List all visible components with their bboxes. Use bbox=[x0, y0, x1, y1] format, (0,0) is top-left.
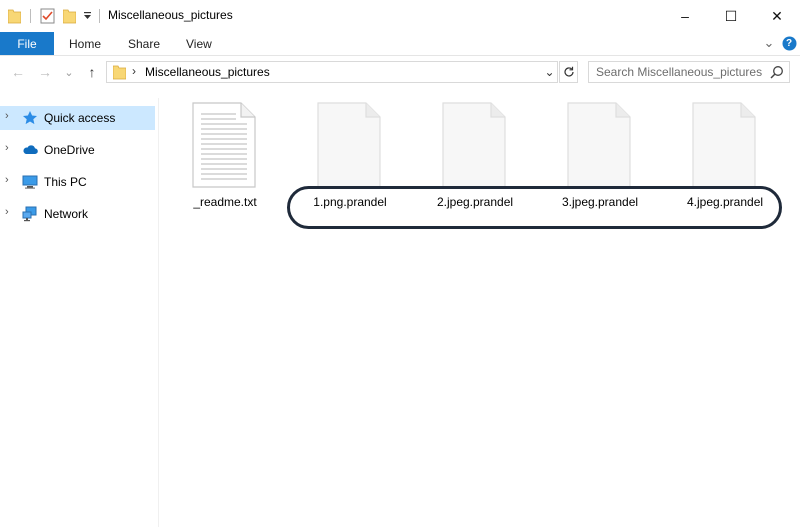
address-bar[interactable]: › Miscellaneous_pictures bbox=[106, 61, 558, 83]
star-icon bbox=[23, 111, 37, 125]
cloud-icon bbox=[23, 145, 38, 154]
expand-ribbon-button[interactable]: ⌄ bbox=[760, 34, 778, 52]
blank-file-icon bbox=[567, 102, 631, 188]
network-icon bbox=[22, 206, 37, 222]
blank-file-icon bbox=[317, 102, 381, 188]
sidebar-item-label: OneDrive bbox=[44, 143, 95, 157]
sidebar-item-this-pc[interactable]: › This PC bbox=[0, 170, 155, 194]
sidebar-item-label: Network bbox=[44, 207, 89, 221]
sidebar-item-network[interactable]: › Network bbox=[0, 202, 155, 226]
minimize-button[interactable]: – bbox=[662, 0, 708, 32]
close-button[interactable]: ✕ bbox=[754, 0, 800, 32]
chevron-right-icon[interactable]: › bbox=[5, 174, 9, 186]
chevron-down-icon: ⌄ bbox=[64, 66, 74, 79]
close-icon: ✕ bbox=[771, 7, 783, 24]
recent-locations-button[interactable]: ⌄ bbox=[62, 63, 76, 81]
blank-file-icon bbox=[692, 102, 756, 188]
toolbar-separator bbox=[99, 9, 100, 23]
sidebar-item-label: Quick access bbox=[44, 111, 116, 125]
refresh-button[interactable] bbox=[559, 61, 578, 83]
sidebar-item-label: This PC bbox=[44, 175, 87, 189]
sidebar-item-quick-access[interactable]: › Quick access bbox=[0, 106, 155, 130]
up-button[interactable]: ↑ bbox=[84, 63, 100, 81]
back-arrow-icon: ← bbox=[11, 64, 25, 80]
up-arrow-icon: ↑ bbox=[88, 64, 96, 80]
address-dropdown-button[interactable]: ⌄ bbox=[541, 61, 558, 83]
folder-icon bbox=[113, 65, 126, 80]
computer-icon bbox=[22, 175, 38, 189]
chevron-right-icon[interactable]: › bbox=[5, 142, 9, 154]
navigation-pane: › Quick access › OneDrive › This PC › Ne… bbox=[0, 98, 159, 527]
maximize-button[interactable]: ☐ bbox=[708, 0, 754, 32]
back-button[interactable]: ← bbox=[10, 63, 26, 81]
forward-arrow-icon: → bbox=[38, 64, 52, 80]
minimize-icon: – bbox=[681, 8, 689, 24]
chevron-down-icon: ⌄ bbox=[763, 35, 775, 50]
help-button[interactable]: ? bbox=[780, 34, 798, 52]
tab-share[interactable]: Share bbox=[128, 32, 160, 55]
help-glyph: ? bbox=[785, 37, 793, 49]
breadcrumb-current-folder[interactable]: Miscellaneous_pictures bbox=[145, 65, 270, 79]
refresh-icon bbox=[563, 66, 574, 77]
search-input[interactable]: Search Miscellaneous_pictures bbox=[596, 65, 762, 79]
toolbar-separator bbox=[30, 9, 31, 23]
window-title: Miscellaneous_pictures bbox=[108, 8, 233, 22]
search-box[interactable]: Search Miscellaneous_pictures bbox=[588, 61, 790, 83]
tab-file[interactable]: File bbox=[0, 32, 54, 55]
sidebar-item-onedrive[interactable]: › OneDrive bbox=[0, 138, 155, 162]
file-item-readme[interactable]: _readme.txt bbox=[180, 102, 270, 212]
annotation-highlight-outline bbox=[287, 186, 782, 229]
forward-button[interactable]: → bbox=[37, 63, 53, 81]
chevron-down-icon: ⌄ bbox=[544, 65, 555, 79]
properties-icon[interactable] bbox=[40, 8, 55, 24]
ribbon bbox=[0, 32, 800, 56]
title-bar: Miscellaneous_pictures – ☐ ✕ bbox=[0, 0, 800, 32]
breadcrumb-separator[interactable]: › bbox=[132, 64, 136, 78]
chevron-right-icon[interactable]: › bbox=[5, 206, 9, 218]
chevron-right-icon[interactable]: › bbox=[5, 110, 9, 122]
new-folder-icon[interactable] bbox=[63, 8, 76, 24]
customize-toolbar-icon[interactable] bbox=[83, 11, 92, 21]
blank-file-icon bbox=[442, 102, 506, 188]
text-file-icon bbox=[192, 102, 256, 188]
file-name: _readme.txt bbox=[193, 195, 257, 209]
tab-view[interactable]: View bbox=[186, 32, 212, 55]
tab-home[interactable]: Home bbox=[69, 32, 101, 55]
maximize-icon: ☐ bbox=[724, 7, 738, 24]
search-icon[interactable] bbox=[770, 65, 784, 79]
folder-icon bbox=[8, 9, 21, 24]
